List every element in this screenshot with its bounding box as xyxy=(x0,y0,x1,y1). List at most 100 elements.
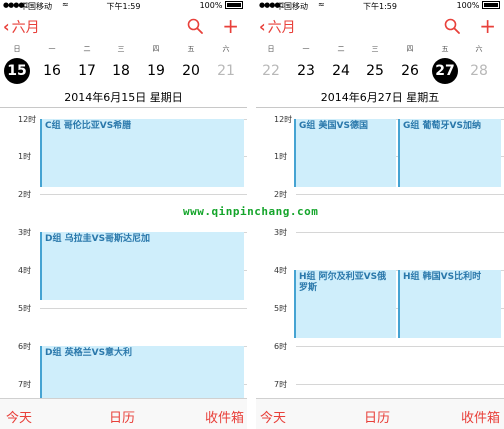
weekday-label: 二 xyxy=(83,45,91,53)
hour-label: 7时 xyxy=(18,380,32,389)
divider xyxy=(0,107,247,108)
event-block[interactable]: G组 葡萄牙VS加纳 xyxy=(398,119,501,187)
day-28[interactable]: 28 xyxy=(464,58,494,84)
divider xyxy=(256,107,504,108)
status-bar: ●●●●○ 中国移动 ≈ 下午1:59 100% xyxy=(0,0,247,13)
day-21[interactable]: 21 xyxy=(211,58,241,84)
event-block[interactable]: C组 哥伦比亚VS希腊 xyxy=(40,119,244,187)
inbox-button[interactable]: 收件箱 xyxy=(461,407,500,426)
tab-bar: 今天 日历 收件箱 xyxy=(256,398,504,429)
battery-percent: 100% xyxy=(199,1,223,10)
event-block[interactable]: H组 阿尔及利亚VS俄罗斯 xyxy=(294,270,396,338)
event-title: G组 葡萄牙VS加纳 xyxy=(403,121,481,131)
hour-label: 4时 xyxy=(274,266,288,275)
week-day-strip: 22 23 24 25 26 27 28 xyxy=(256,58,504,84)
weekday-label: 六 xyxy=(222,45,230,53)
hour-label: 1时 xyxy=(18,152,32,161)
back-label: 六月 xyxy=(11,20,40,36)
back-to-month-button[interactable]: ‹ 六月 xyxy=(259,17,296,37)
weekday-label: 日 xyxy=(13,45,21,53)
weekday-header: 日 一 二 三 四 五 六 xyxy=(0,44,247,54)
battery-icon xyxy=(482,1,500,9)
watermark-text: www.qinpinchang.com xyxy=(183,205,319,218)
event-title: C组 哥伦比亚VS希腊 xyxy=(45,121,132,131)
hour-row: 5时 xyxy=(0,304,247,313)
nav-bar: ‹ 六月 + xyxy=(256,15,504,37)
day-27-selected[interactable]: 27 xyxy=(430,58,460,84)
day-timeline[interactable]: 12时 1时 2时 3时 4时 5时 6时 7时 C组 哥伦比亚VS希腊 D组 … xyxy=(0,114,247,398)
tab-bar: 今天 日历 收件箱 xyxy=(0,398,247,429)
hour-row: 2时 xyxy=(256,190,504,199)
weekday-label: 日 xyxy=(267,45,275,53)
day-19[interactable]: 19 xyxy=(141,58,171,84)
add-icon[interactable]: + xyxy=(222,16,239,36)
event-title: D组 乌拉圭VS哥斯达尼加 xyxy=(45,234,151,244)
hour-row: 6时 xyxy=(256,342,504,351)
hour-label: 4时 xyxy=(18,266,32,275)
day-25[interactable]: 25 xyxy=(360,58,390,84)
day-15-selected[interactable]: 15 xyxy=(2,58,32,84)
search-icon[interactable] xyxy=(444,18,460,34)
selected-date-title: 2014年6月27日 星期五 xyxy=(320,91,440,104)
hour-row: 2时 xyxy=(0,190,247,199)
calendars-button[interactable]: 日历 xyxy=(364,407,390,426)
back-chevron-icon: ‹ xyxy=(3,17,10,36)
weekday-label: 三 xyxy=(117,45,125,53)
day-26[interactable]: 26 xyxy=(395,58,425,84)
calendars-button[interactable]: 日历 xyxy=(109,407,135,426)
back-label: 六月 xyxy=(267,20,296,36)
week-day-strip: 15 16 17 18 19 20 21 xyxy=(0,58,247,84)
weekday-label: 四 xyxy=(406,45,414,53)
day-24[interactable]: 24 xyxy=(326,58,356,84)
hour-label: 5时 xyxy=(18,304,32,313)
hour-label: 6时 xyxy=(18,342,32,351)
battery-percent: 100% xyxy=(456,1,480,10)
event-block[interactable]: D组 乌拉圭VS哥斯达尼加 xyxy=(40,232,244,300)
nav-bar: ‹ 六月 + xyxy=(0,15,247,37)
status-bar: ●●●●○ 中国移动 ≈ 下午1:59 100% xyxy=(256,0,504,13)
hour-row: 3时 xyxy=(256,228,504,237)
selected-date-title: 2014年6月15日 星期日 xyxy=(64,91,183,104)
event-block[interactable]: H组 韩国VS比利时 xyxy=(398,270,501,338)
event-title: H组 韩国VS比利时 xyxy=(403,272,482,282)
day-timeline[interactable]: 12时 1时 2时 3时 4时 5时 6时 7时 G组 美国VS德国 G组 葡萄… xyxy=(256,114,504,398)
battery-status: 100% xyxy=(457,1,500,10)
day-20[interactable]: 20 xyxy=(176,58,206,84)
day-23[interactable]: 23 xyxy=(291,58,321,84)
add-icon[interactable]: + xyxy=(479,16,496,36)
weekday-label: 五 xyxy=(441,45,449,53)
hour-label: 7时 xyxy=(274,380,288,389)
weekday-label: 二 xyxy=(337,45,345,53)
weekday-label: 五 xyxy=(187,45,195,53)
inbox-button[interactable]: 收件箱 xyxy=(205,407,244,426)
hour-label: 2时 xyxy=(274,190,288,199)
hour-label: 5时 xyxy=(274,304,288,313)
battery-status: 100% xyxy=(200,1,243,10)
weekday-label: 六 xyxy=(475,45,483,53)
weekday-label: 一 xyxy=(48,45,56,53)
hour-label: 12时 xyxy=(18,115,37,124)
today-button[interactable]: 今天 xyxy=(260,407,286,426)
event-block[interactable]: G组 美国VS德国 xyxy=(294,119,396,187)
back-to-month-button[interactable]: ‹ 六月 xyxy=(3,17,40,37)
hour-row: 7时 xyxy=(256,380,504,389)
day-16[interactable]: 16 xyxy=(37,58,67,84)
weekday-label: 四 xyxy=(152,45,160,53)
hour-label: 3时 xyxy=(18,228,32,237)
today-button[interactable]: 今天 xyxy=(6,407,32,426)
back-chevron-icon: ‹ xyxy=(259,17,266,36)
hour-label: 2时 xyxy=(18,190,32,199)
hour-label: 6时 xyxy=(274,342,288,351)
search-icon[interactable] xyxy=(187,18,203,34)
weekday-header: 日 一 二 三 四 五 六 xyxy=(256,44,504,54)
hour-label: 3时 xyxy=(274,228,288,237)
day-17[interactable]: 17 xyxy=(72,58,102,84)
event-block[interactable]: D组 英格兰VS意大利 xyxy=(40,346,244,398)
day-22[interactable]: 22 xyxy=(256,58,286,84)
hour-label: 1时 xyxy=(274,152,288,161)
battery-icon xyxy=(225,1,243,9)
event-title: G组 美国VS德国 xyxy=(299,121,368,131)
day-18[interactable]: 18 xyxy=(106,58,136,84)
weekday-label: 一 xyxy=(302,45,310,53)
weekday-label: 三 xyxy=(371,45,379,53)
